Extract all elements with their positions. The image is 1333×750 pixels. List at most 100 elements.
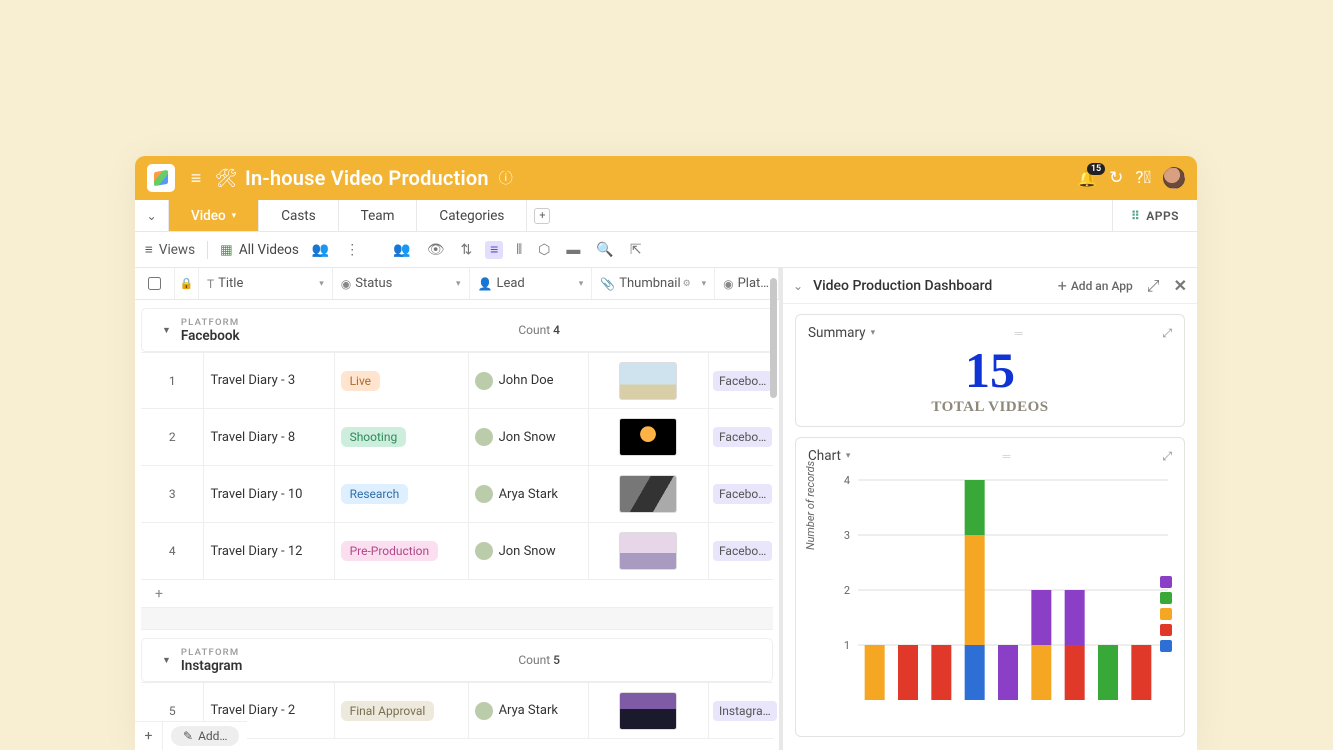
cell-lead[interactable]: Jon Snow xyxy=(469,523,589,579)
tab-casts[interactable]: Casts xyxy=(259,200,338,231)
tabs-dropdown[interactable]: ⌄ xyxy=(135,200,169,231)
share-icon[interactable]: 👥 xyxy=(390,242,413,258)
apps-button[interactable]: ⠿ APPS xyxy=(1112,200,1197,231)
collab-icon[interactable]: 👥 xyxy=(309,242,332,258)
summary-heading[interactable]: Summary xyxy=(808,325,866,341)
add-record-plus[interactable]: + xyxy=(135,722,163,750)
cell-title[interactable]: Travel Diary - 10 xyxy=(203,466,334,522)
expand-icon[interactable]: ⤢ xyxy=(1147,276,1160,296)
chart-legend xyxy=(1160,576,1172,652)
row-number: 1 xyxy=(141,353,203,408)
table-tabbar: ⌄ Video▾ Casts Team Categories + ⠿ APPS xyxy=(135,200,1197,232)
table-row[interactable]: 1 Travel Diary - 3 Live John Doe Facebo… xyxy=(141,352,773,409)
add-app-button[interactable]: +Add an App xyxy=(1058,276,1133,295)
cell-thumbnail[interactable] xyxy=(589,409,709,465)
add-row-button[interactable]: + xyxy=(141,580,773,608)
search-icon[interactable]: 🔍 xyxy=(593,242,616,258)
notifications-button[interactable]: 🔔 15 xyxy=(1077,169,1097,188)
chart-widget: Chart▾ ═ ⤢ Number of records 1234 xyxy=(795,437,1185,737)
total-videos-label: TOTAL VIDEOS xyxy=(808,399,1172,416)
cell-thumbnail[interactable] xyxy=(589,523,709,579)
views-button[interactable]: ≡Views xyxy=(145,242,195,258)
cell-lead[interactable]: Jon Snow xyxy=(469,409,589,465)
total-videos-value: 15 xyxy=(808,345,1172,395)
data-grid: 🔒 TTitle▾ ◉Status▾ 👤Lead▾ 📎Thumbnail⚙▾ ◉… xyxy=(135,268,783,750)
cell-title[interactable]: Travel Diary - 12 xyxy=(203,523,334,579)
filter2-icon[interactable]: ⫴ xyxy=(513,242,525,258)
color-icon[interactable]: ▬ xyxy=(563,241,583,258)
help-icon[interactable]: ?⃝ xyxy=(1135,168,1151,188)
export-icon[interactable]: ⇱ xyxy=(627,242,645,258)
dashboard-title: Video Production Dashboard xyxy=(813,278,992,294)
info-icon[interactable]: ⓘ xyxy=(495,168,517,188)
tab-team[interactable]: Team xyxy=(339,200,418,231)
widget-expand-icon[interactable]: ⤢ xyxy=(1162,326,1172,341)
filter-icon[interactable]: ⇅ xyxy=(458,242,476,258)
table-row[interactable]: 4 Travel Diary - 12 Pre-Production Jon S… xyxy=(141,523,773,580)
select-all-checkbox[interactable] xyxy=(135,268,175,299)
col-title[interactable]: TTitle▾ xyxy=(199,268,333,299)
tab-video[interactable]: Video▾ xyxy=(169,200,259,231)
cell-platform[interactable]: Facebo… xyxy=(709,523,773,579)
cell-thumbnail[interactable] xyxy=(589,466,709,522)
row-number: 4 xyxy=(141,523,203,579)
legend-swatch xyxy=(1160,592,1172,604)
widget-expand-icon[interactable]: ⤢ xyxy=(1162,449,1172,464)
table-row[interactable]: 3 Travel Diary - 10 Research Arya Stark … xyxy=(141,466,773,523)
summary-widget: Summary▾ ═ ⤢ 15 TOTAL VIDEOS xyxy=(795,314,1185,427)
cell-title[interactable]: Travel Diary - 8 xyxy=(203,409,334,465)
cell-status[interactable]: Live xyxy=(335,353,469,408)
cell-platform[interactable]: Instagra… xyxy=(709,683,773,738)
plus-icon: + xyxy=(1058,276,1067,295)
cell-lead[interactable]: John Doe xyxy=(469,353,589,408)
drag-handle-icon[interactable]: ═ xyxy=(875,327,1162,340)
cell-thumbnail[interactable] xyxy=(589,683,709,738)
cell-lead[interactable]: Arya Stark xyxy=(469,466,589,522)
cell-platform[interactable]: Facebo… xyxy=(709,466,773,522)
svg-text:4: 4 xyxy=(844,474,850,487)
more-icon[interactable]: ⋮ xyxy=(342,242,362,258)
cell-status[interactable]: Shooting xyxy=(335,409,469,465)
apps-icon: ⠿ xyxy=(1131,209,1140,223)
view-all-videos[interactable]: ▦All Videos xyxy=(220,242,299,258)
tools-icon[interactable]: 🛠 xyxy=(215,168,237,189)
y-axis-label: Number of records xyxy=(804,461,817,550)
cell-thumbnail[interactable] xyxy=(589,353,709,408)
user-avatar[interactable] xyxy=(1163,167,1185,189)
group-header[interactable]: ▼ PLATFORMFacebook Count4 xyxy=(141,308,773,352)
close-icon[interactable]: ✕ xyxy=(1174,276,1187,295)
add-record-pill[interactable]: ✎Add… xyxy=(171,726,239,746)
col-thumbnail[interactable]: 📎Thumbnail⚙▾ xyxy=(592,268,715,299)
svg-text:3: 3 xyxy=(844,529,850,542)
menu-icon[interactable]: ≡ xyxy=(185,168,207,189)
add-tab-button[interactable]: + xyxy=(527,200,557,231)
app-topbar: ≡ 🛠 In-house Video Production ⓘ 🔔 15 ↻ ?… xyxy=(135,156,1197,200)
drag-handle-icon[interactable]: ═ xyxy=(850,450,1162,463)
add-record-footer: + ✎Add… xyxy=(135,721,247,750)
cell-status[interactable]: Pre-Production xyxy=(335,523,469,579)
column-headers: 🔒 TTitle▾ ◉Status▾ 👤Lead▾ 📎Thumbnail⚙▾ ◉… xyxy=(135,268,779,300)
col-status[interactable]: ◉Status▾ xyxy=(333,268,470,299)
panel-splitter[interactable]: ⋮⋮ xyxy=(779,520,783,538)
cell-platform[interactable]: Facebo… xyxy=(709,353,773,408)
history-icon[interactable]: ↻ xyxy=(1109,168,1123,188)
hide-icon[interactable]: 👁 xyxy=(424,242,448,258)
cell-platform[interactable]: Facebo… xyxy=(709,409,773,465)
dashboard-panel: ⌄ Video Production Dashboard +Add an App… xyxy=(783,268,1197,750)
app-logo[interactable] xyxy=(147,164,175,192)
cell-status[interactable]: Research xyxy=(335,466,469,522)
cell-status[interactable]: Final Approval xyxy=(335,683,469,738)
vertical-scrollbar[interactable] xyxy=(770,278,777,398)
col-lead[interactable]: 👤Lead▾ xyxy=(470,268,593,299)
collapse-icon[interactable]: ⌄ xyxy=(793,279,803,293)
chart-svg: 1234 xyxy=(808,470,1168,710)
paint-icon[interactable]: ⬡ xyxy=(535,242,553,258)
table-row[interactable]: 2 Travel Diary - 8 Shooting Jon Snow Fac… xyxy=(141,409,773,466)
view-toolbar: ≡Views ▦All Videos 👥 ⋮ 👥 👁 ⇅ ≡ ⫴ ⬡ ▬ 🔍 ⇱ xyxy=(135,232,1197,268)
rowheight-icon[interactable]: ≡ xyxy=(485,241,503,259)
group-header[interactable]: ▼ PLATFORMInstagram Count5 xyxy=(141,638,773,682)
cell-lead[interactable]: Arya Stark xyxy=(469,683,589,738)
cell-title[interactable]: Travel Diary - 3 xyxy=(203,353,334,408)
tab-categories[interactable]: Categories xyxy=(417,200,527,231)
legend-swatch xyxy=(1160,624,1172,636)
